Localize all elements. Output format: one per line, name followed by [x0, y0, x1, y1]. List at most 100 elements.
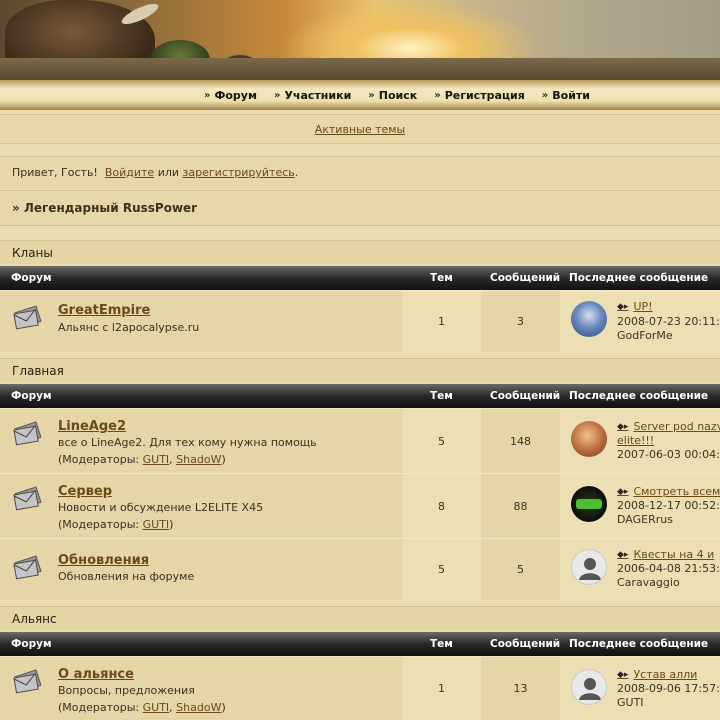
last-post-title: Server pod nazv: [633, 420, 720, 433]
last-post-link[interactable]: ◆▸ Смотреть всем: [617, 485, 720, 498]
last-post-link[interactable]: ◆▸ Устав алли: [617, 668, 697, 681]
forum-envelope-icon: [13, 305, 42, 330]
table-header: Форум Тем Сообщений Последнее сообщение: [0, 384, 720, 408]
last-post-cell: ◆▸ Смотреть всем 2008-12-17 00:52: DAGERr…: [560, 474, 720, 538]
avatar[interactable]: [571, 301, 607, 337]
forum-moderators: (Модераторы: GUTI, ShadoW): [58, 701, 226, 714]
forum-link[interactable]: Обновления: [58, 553, 149, 568]
posts-count: 13: [481, 657, 560, 720]
last-post-link[interactable]: ◆▸ Server pod nazv: [617, 420, 720, 433]
forum-cell: Обновления Обновления на форуме: [0, 539, 402, 600]
forum-envelope-icon: [13, 669, 42, 694]
last-post-link[interactable]: ◆▸ Квесты на 4 и: [617, 548, 714, 561]
moderator-link[interactable]: GUTI: [143, 453, 170, 466]
header-banner: [0, 0, 720, 80]
header-last-post: Последнее сообщение: [569, 272, 709, 284]
forum-description: Альянс с l2apocalypse.ru: [58, 321, 200, 334]
forum-cell: Сервер Новости и обсуждение L2ELITE X45 …: [0, 474, 402, 538]
forum-link[interactable]: GreatEmpire: [58, 303, 150, 318]
forum-description: все о LineAge2. Для тех кому нужна помощ…: [58, 436, 317, 449]
posts-count: 148: [481, 409, 560, 473]
forum-link[interactable]: LineAge2: [58, 419, 126, 434]
forum-moderators: (Модераторы: GUTI): [58, 518, 174, 531]
forum-description: Вопросы, предложения: [58, 684, 195, 697]
header-topics: Тем: [430, 638, 453, 650]
last-post-title: UP!: [633, 300, 653, 313]
greeting-or: или: [157, 166, 180, 179]
moderators-prefix: (Модераторы:: [58, 701, 140, 714]
nav-label: Участники: [284, 88, 352, 102]
greeting-bar: Привет, Гость! Войдите или зарегистрируй…: [0, 156, 720, 188]
forum-row: LineAge2 все о LineAge2. Для тех кому ну…: [0, 408, 720, 473]
last-post-author: DAGERrus: [617, 513, 673, 526]
last-post-arrow-icon: ◆▸: [617, 301, 629, 312]
forum-title: » Легендарный RussPower: [0, 190, 720, 226]
double-chevron-icon: »: [204, 89, 211, 101]
forum-cell: GreatEmpire Альянс с l2apocalypse.ru: [0, 291, 402, 352]
nav-login[interactable]: » Войти: [542, 89, 590, 102]
header-forum: Форум: [11, 390, 52, 402]
last-post-cell: ◆▸ Квесты на 4 и 2006-04-08 21:53: Carava…: [560, 539, 720, 600]
forum-description: Новости и обсуждение L2ELITE X45: [58, 501, 264, 514]
nav-search[interactable]: » Поиск: [368, 89, 417, 102]
double-chevron-icon: »: [273, 89, 281, 101]
greeting-text: Привет, Гость!: [12, 166, 98, 179]
nav-register[interactable]: » Регистрация: [434, 89, 525, 102]
forum-moderators: (Модераторы: GUTI, ShadoW): [58, 453, 226, 466]
last-post-cell: ◆▸ Server pod nazv elite!!! 2007-06-03 00…: [560, 409, 720, 473]
forum-cell: LineAge2 все о LineAge2. Для тех кому ну…: [0, 409, 402, 473]
forum-link[interactable]: О альянсе: [58, 667, 134, 682]
nav-label: Регистрация: [444, 88, 525, 102]
moderator-link[interactable]: GUTI: [143, 518, 170, 531]
header-posts: Сообщений: [490, 272, 561, 284]
posts-count: 88: [481, 474, 560, 538]
category-title: Альянс: [0, 606, 720, 630]
banner-ground: [0, 58, 720, 80]
last-post-title: Смотреть всем: [633, 485, 720, 498]
moderator-link[interactable]: GUTI: [143, 701, 170, 714]
last-post-author: GodForMe: [617, 329, 673, 342]
forum-description: Обновления на форуме: [58, 570, 195, 583]
moderator-link[interactable]: ShadoW: [176, 453, 221, 466]
forum-row: Обновления Обновления на форуме 5 5 ◆▸ Кв…: [0, 538, 720, 600]
login-link[interactable]: Войдите: [105, 166, 154, 179]
forum-envelope-icon: [13, 421, 42, 446]
header-last-post: Последнее сообщение: [569, 638, 709, 650]
topics-count: 1: [402, 291, 481, 352]
double-chevron-icon: »: [434, 89, 441, 101]
header-last-post: Последнее сообщение: [569, 390, 709, 402]
avatar[interactable]: [571, 669, 607, 705]
avatar-logo: [576, 499, 602, 509]
moderators-prefix: (Модераторы:: [58, 518, 140, 531]
avatar[interactable]: [571, 549, 607, 585]
table-header: Форум Тем Сообщений Последнее сообщение: [0, 632, 720, 656]
avatar[interactable]: [571, 421, 607, 457]
last-post-date: 2008-09-06 17:57:: [617, 682, 720, 695]
last-post-cell: ◆▸ Устав алли 2008-09-06 17:57: GUTI: [560, 657, 720, 720]
last-post-arrow-icon: ◆▸: [617, 549, 629, 560]
nav-members[interactable]: » Участники: [274, 89, 351, 102]
last-post-cell: ◆▸ UP! 2008-07-23 20:11: GodForMe: [560, 291, 720, 352]
moderators-prefix: (Модераторы:: [58, 453, 140, 466]
nav-forum[interactable]: » Форум: [204, 89, 257, 102]
double-chevron-icon: »: [368, 89, 375, 101]
last-post-link[interactable]: ◆▸ UP!: [617, 300, 653, 313]
last-post-link-cont[interactable]: elite!!!: [617, 434, 654, 447]
register-link[interactable]: зарегистрируйтесь: [183, 166, 295, 179]
table-header: Форум Тем Сообщений Последнее сообщение: [0, 266, 720, 290]
active-topics-link[interactable]: Активные темы: [315, 123, 406, 136]
default-avatar-icon: [579, 678, 601, 700]
double-chevron-icon: »: [541, 89, 549, 101]
forum-envelope-icon: [13, 555, 42, 580]
header-posts: Сообщений: [490, 638, 561, 650]
last-post-title: Квесты на 4 и: [633, 548, 715, 561]
forum-link[interactable]: Сервер: [58, 484, 112, 499]
moderator-link[interactable]: ShadoW: [176, 701, 221, 714]
avatar[interactable]: [571, 486, 607, 522]
main-nav: » Форум » Участники » Поиск » Регистрация » В…: [0, 80, 720, 110]
forum-row: Сервер Новости и обсуждение L2ELITE X45 …: [0, 473, 720, 538]
last-post-arrow-icon: ◆▸: [617, 421, 629, 432]
nav-label: Поиск: [378, 88, 418, 102]
header-topics: Тем: [430, 272, 453, 284]
header-forum: Форум: [11, 638, 52, 650]
